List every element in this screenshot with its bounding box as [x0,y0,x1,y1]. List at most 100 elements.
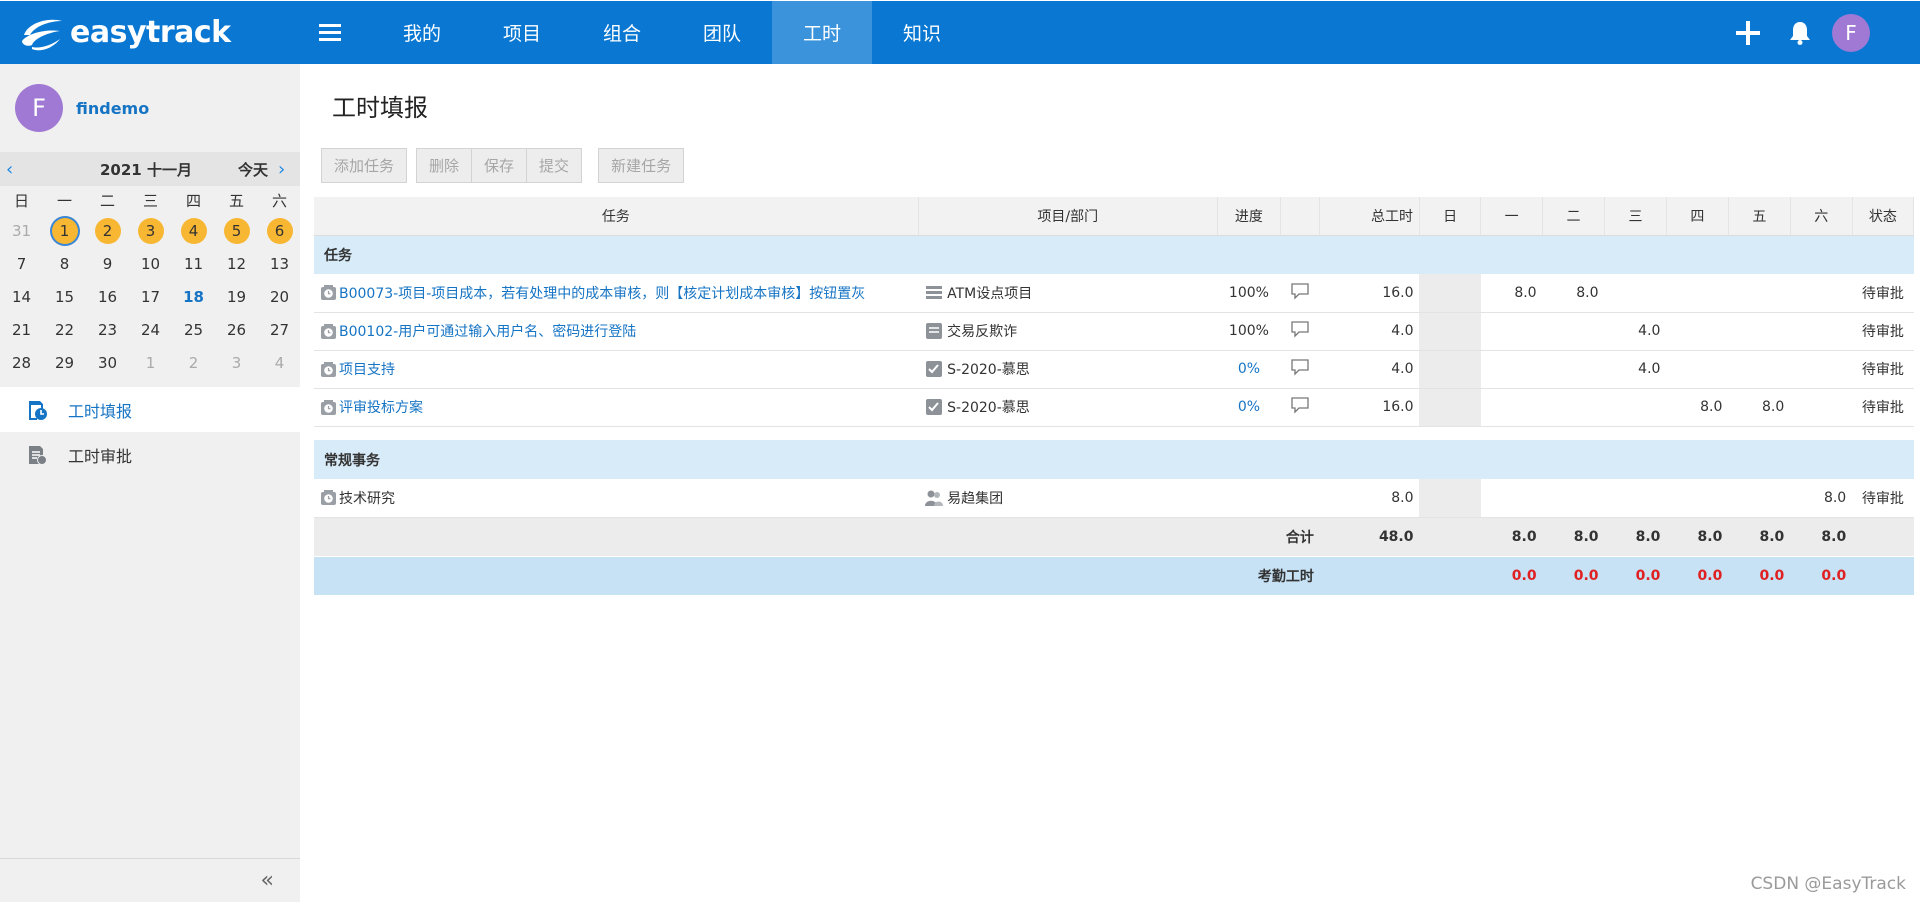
hours-cell-thu[interactable]: 8.0 [1666,388,1729,427]
sun-hours-cell[interactable] [1419,274,1481,313]
hours-cell-thu[interactable] [1666,312,1729,351]
calendar-day[interactable]: 25 [172,313,215,346]
calendar-day[interactable]: 1 [43,214,86,247]
calendar-day[interactable]: 19 [215,280,258,313]
hours-cell-wed[interactable] [1604,274,1667,313]
calendar-day[interactable]: 12 [215,247,258,280]
save-button[interactable]: 保存 [472,148,528,183]
calendar-day[interactable]: 28 [0,346,43,379]
calendar-day[interactable]: 11 [172,247,215,280]
calendar-day[interactable]: 15 [43,280,86,313]
task-link[interactable]: 项目支持 [320,359,912,379]
hours-cell-thu[interactable] [1666,274,1729,313]
calendar-day[interactable]: 2 [172,346,215,379]
collapse-sidebar-button[interactable]: « [0,858,300,902]
calendar-day[interactable]: 22 [43,313,86,346]
nav-item-mine[interactable]: 我的 [372,1,472,64]
comment-icon[interactable] [1290,358,1310,376]
sun-hours-cell[interactable] [1419,388,1481,427]
hours-cell-tue[interactable] [1542,388,1605,427]
calendar-day[interactable]: 6 [258,214,301,247]
task-link[interactable]: B00102-用户可通过输入用户名、密码进行登陆 [320,321,912,341]
hours-cell-sat[interactable] [1790,312,1853,351]
calendar-day[interactable]: 4 [258,346,301,379]
calendar-day[interactable]: 30 [86,346,129,379]
menu-toggle-button[interactable] [300,1,360,64]
hours-cell-fri[interactable] [1728,312,1791,351]
comment-icon[interactable] [1290,282,1310,300]
calendar-day[interactable]: 18 [172,280,215,313]
hours-cell-mon[interactable] [1480,479,1543,518]
hours-cell-sat[interactable]: 8.0 [1790,479,1853,518]
username-link[interactable]: findemo [76,99,149,118]
calendar-day[interactable]: 21 [0,313,43,346]
calendar-day[interactable]: 2 [86,214,129,247]
notifications-button[interactable] [1774,21,1826,45]
calendar-day[interactable]: 26 [215,313,258,346]
hours-cell-fri[interactable] [1728,274,1791,313]
calendar-day[interactable]: 9 [86,247,129,280]
calendar-day[interactable]: 24 [129,313,172,346]
nav-item-knowledge[interactable]: 知识 [872,1,972,64]
user-avatar-button[interactable]: F [1832,13,1870,52]
calendar-day[interactable]: 20 [258,280,301,313]
hours-cell-sat[interactable] [1790,350,1853,389]
hours-cell-fri[interactable] [1728,350,1791,389]
hours-cell-fri[interactable] [1728,479,1791,518]
calendar-day[interactable]: 7 [0,247,43,280]
sun-hours-cell[interactable] [1419,312,1481,351]
hours-cell-mon[interactable] [1480,350,1543,389]
calendar-day[interactable]: 3 [129,214,172,247]
calendar-day[interactable]: 31 [0,214,43,247]
calendar-day[interactable]: 13 [258,247,301,280]
hours-cell-tue[interactable] [1542,479,1605,518]
hours-cell-fri[interactable]: 8.0 [1728,388,1791,427]
comment-icon[interactable] [1290,320,1310,338]
calendar-day[interactable]: 16 [86,280,129,313]
calendar-day[interactable]: 10 [129,247,172,280]
calendar-day[interactable]: 23 [86,313,129,346]
submit-button[interactable]: 提交 [527,148,583,183]
nav-item-portfolio[interactable]: 组合 [572,1,672,64]
nav-item-team[interactable]: 团队 [672,1,772,64]
calendar-day[interactable]: 3 [215,346,258,379]
hours-cell-wed[interactable] [1604,479,1667,518]
side-item-timesheet-approval[interactable]: 工时审批 [0,432,300,477]
hours-cell-wed[interactable] [1604,388,1667,427]
hours-cell-sat[interactable] [1790,388,1853,427]
calendar-day[interactable]: 17 [129,280,172,313]
calendar-day[interactable]: 8 [43,247,86,280]
new-task-button[interactable]: 新建任务 [598,148,685,183]
calendar-day[interactable]: 1 [129,346,172,379]
hours-cell-thu[interactable] [1666,350,1729,389]
side-item-timesheet-entry[interactable]: 工时填报 [0,387,300,432]
app-logo[interactable]: easytrack [0,1,300,64]
next-month-icon[interactable]: › [278,159,294,180]
calendar-today-button[interactable]: 今天 [238,159,268,180]
task-link[interactable]: B00073-项目-项目成本，若有处理中的成本审核，则【核定计划成本审核】按钮置… [320,283,912,303]
sun-hours-cell[interactable] [1419,350,1481,389]
calendar-day[interactable]: 4 [172,214,215,247]
comment-icon[interactable] [1290,396,1310,414]
hours-cell-sat[interactable] [1790,274,1853,313]
prev-month-icon[interactable]: ‹ [6,159,22,180]
hours-cell-tue[interactable]: 8.0 [1542,274,1605,313]
add-task-button[interactable]: 添加任务 [321,148,408,183]
hours-cell-tue[interactable] [1542,312,1605,351]
hours-cell-tue[interactable] [1542,350,1605,389]
calendar-day[interactable]: 5 [215,214,258,247]
hours-cell-thu[interactable] [1666,479,1729,518]
delete-button[interactable]: 删除 [416,148,473,183]
hours-cell-wed[interactable]: 4.0 [1604,350,1667,389]
hours-cell-wed[interactable]: 4.0 [1604,312,1667,351]
nav-item-projects[interactable]: 项目 [472,1,572,64]
sun-hours-cell[interactable] [1419,479,1481,518]
add-button[interactable] [1722,20,1774,45]
calendar-day[interactable]: 14 [0,280,43,313]
hours-cell-mon[interactable] [1480,388,1543,427]
calendar-day[interactable]: 27 [258,313,301,346]
calendar-day[interactable]: 29 [43,346,86,379]
task-link[interactable]: 评审投标方案 [320,397,912,417]
hours-cell-mon[interactable] [1480,312,1543,351]
nav-item-timesheet[interactable]: 工时 [772,1,872,64]
